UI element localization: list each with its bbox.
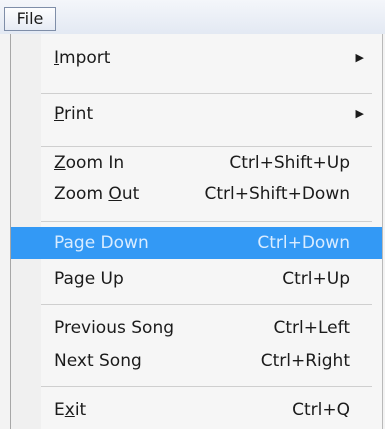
- file-menu-button[interactable]: File: [4, 7, 56, 31]
- menu-item-label: Previous Song: [54, 318, 175, 338]
- menu-separator: [41, 386, 372, 387]
- menu-separator: [41, 146, 372, 147]
- menu-bar: File: [0, 0, 385, 34]
- menu-item-shortcut: Ctrl+Shift+Down: [204, 184, 350, 204]
- menu-item-shortcut: Ctrl+Right: [260, 351, 350, 371]
- menu-separator: [41, 221, 372, 222]
- menu-item-shortcut: Ctrl+Left: [273, 318, 350, 338]
- menu-item-label: Page Down: [54, 233, 149, 253]
- menu-item-shortcut: Ctrl+Up: [282, 269, 350, 289]
- file-menu-dropdown: Import ▶ Print ▶ Zoom In Ctrl+Shift+Up Z…: [10, 34, 383, 429]
- menu-item-shortcut: Ctrl+Shift+Up: [229, 153, 350, 173]
- menu-item-shortcut: Ctrl+Down: [257, 233, 350, 253]
- menu-item-page-down[interactable]: Page Down Ctrl+Down: [11, 227, 382, 259]
- menu-separator: [41, 93, 372, 94]
- menu-item-label: Next Song: [54, 351, 142, 371]
- menu-item-shortcut: Ctrl+Q: [292, 400, 350, 420]
- menu-item-label: Zoom In: [54, 153, 125, 173]
- menu-separator: [41, 304, 372, 305]
- menu-item-label: Exit: [54, 400, 87, 420]
- submenu-arrow-icon: ▶: [355, 51, 364, 64]
- menu-item-page-up[interactable]: Page Up Ctrl+Up: [11, 265, 382, 293]
- menu-item-previous-song[interactable]: Previous Song Ctrl+Left: [11, 314, 382, 342]
- menu-item-next-song[interactable]: Next Song Ctrl+Right: [11, 347, 382, 375]
- menu-item-exit[interactable]: Exit Ctrl+Q: [11, 396, 382, 424]
- menu-item-label: Import: [54, 48, 111, 68]
- menu-item-label: Zoom Out: [54, 184, 140, 204]
- menu-item-zoom-out[interactable]: Zoom Out Ctrl+Shift+Down: [11, 180, 382, 208]
- menu-item-zoom-in[interactable]: Zoom In Ctrl+Shift+Up: [11, 149, 382, 177]
- menu-item-label: Page Up: [54, 269, 124, 289]
- submenu-arrow-icon: ▶: [355, 107, 364, 120]
- menu-item-print[interactable]: Print ▶: [11, 100, 382, 128]
- menu-item-import[interactable]: Import ▶: [11, 44, 382, 72]
- menu-item-label: Print: [54, 104, 94, 124]
